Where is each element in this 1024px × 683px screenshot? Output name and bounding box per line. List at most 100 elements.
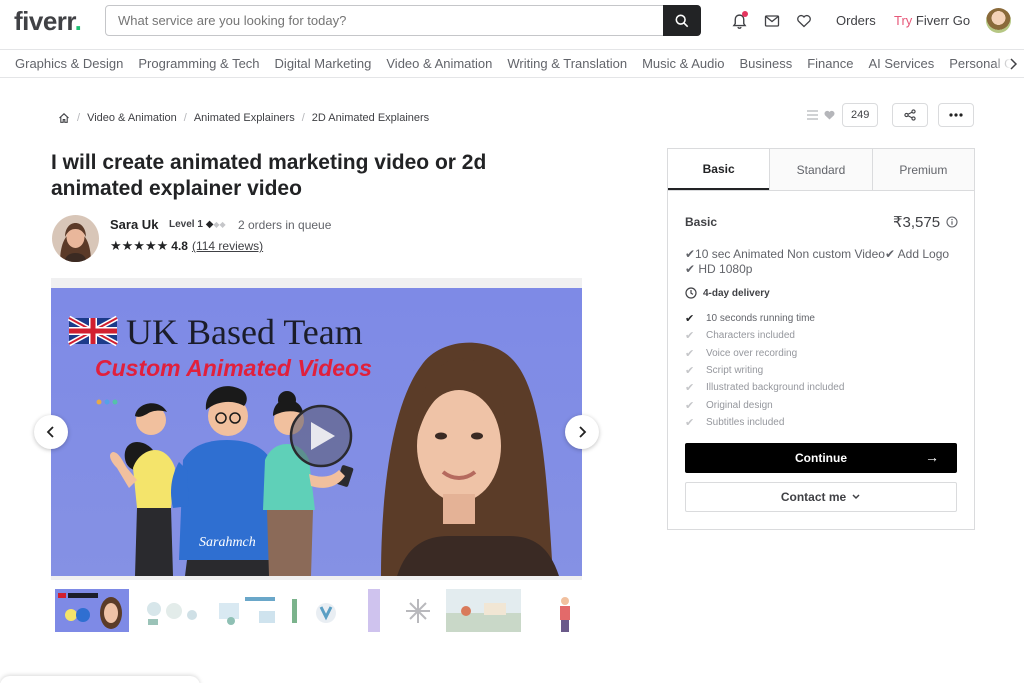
feature-label: Original design — [706, 399, 773, 411]
category-ai-services[interactable]: AI Services — [868, 56, 934, 71]
category-nav: Graphics & Design Programming & Tech Dig… — [0, 49, 1024, 78]
search-input[interactable] — [106, 6, 663, 35]
contact-label: Contact me — [780, 490, 847, 504]
tab-basic[interactable]: Basic — [668, 149, 770, 190]
logo-text: fiverr — [14, 6, 75, 36]
orders-in-queue: 2 orders in queue — [238, 218, 332, 232]
delivery-time: 4-day delivery — [685, 287, 770, 299]
contact-me-button[interactable]: Contact me — [685, 482, 957, 512]
search-button[interactable] — [663, 5, 701, 36]
feature-item: ✔ Voice over recording — [685, 345, 844, 362]
list-icon[interactable] — [806, 109, 819, 121]
tab-premium[interactable]: Premium — [871, 149, 974, 190]
feature-item: ✔ Characters included — [685, 327, 844, 344]
chevron-right-icon — [579, 426, 587, 438]
feature-label: Script writing — [706, 365, 764, 377]
notification-dot — [742, 11, 748, 17]
likes-count[interactable]: 249 — [842, 103, 879, 127]
uk-flag-icon — [67, 315, 119, 347]
breadcrumb-separator: / — [77, 112, 81, 124]
heart-icon — [797, 14, 811, 28]
envelope-icon — [764, 15, 780, 27]
check-icon: ✔ — [685, 347, 695, 360]
continue-label: Continue — [795, 451, 847, 465]
breadcrumb-item[interactable]: 2D Animated Explainers — [312, 112, 429, 124]
breadcrumb-item[interactable]: Video & Animation — [87, 112, 177, 124]
breadcrumb-home[interactable] — [58, 112, 70, 124]
breadcrumb-separator: / — [301, 112, 305, 124]
orders-link[interactable]: Orders — [836, 13, 876, 28]
category-video-animation[interactable]: Video & Animation — [386, 56, 492, 71]
seller-name[interactable]: Sara Uk — [110, 217, 158, 232]
package-description: ✔10 sec Animated Non custom Video✔ Add L… — [685, 247, 950, 276]
category-scroll-right[interactable] — [994, 50, 1024, 77]
check-icon: ✔ — [685, 399, 695, 412]
tab-standard[interactable]: Standard — [769, 149, 872, 190]
feature-label: Subtitles included — [706, 416, 785, 428]
package-price: ₹3,575 — [893, 213, 958, 231]
feature-label: Voice over recording — [706, 347, 798, 359]
info-icon[interactable] — [946, 216, 958, 228]
gallery-thumbnail[interactable] — [211, 589, 283, 632]
share-icon — [904, 109, 916, 121]
search-icon — [675, 14, 689, 27]
breadcrumb: / Video & Animation / Animated Explainer… — [58, 112, 429, 124]
category-graphics-design[interactable]: Graphics & Design — [15, 56, 123, 71]
home-icon — [59, 113, 69, 123]
gallery-thumbnail[interactable] — [55, 589, 129, 632]
gig-title: I will create animated marketing video o… — [51, 151, 487, 200]
star-rating-icon: ★★★★★ — [110, 238, 169, 253]
shirt-text: Sarahmch — [199, 535, 256, 550]
seller-level-badge: Level 1 ◆◆◆ — [169, 219, 226, 230]
chevron-left-icon — [46, 426, 54, 438]
package-tabs: Basic Standard Premium — [668, 149, 974, 191]
breadcrumb-item[interactable]: Animated Explainers — [194, 112, 295, 124]
gallery-prev-button[interactable] — [34, 415, 68, 449]
feature-item: ✔ Illustrated background included — [685, 379, 844, 396]
bottom-popup-edge — [0, 676, 200, 683]
gallery-thumbnail[interactable] — [368, 589, 440, 632]
gig-main-image[interactable]: UK Based Team Custom Animated Videos Sar… — [51, 288, 582, 576]
try-fiverr-go-link[interactable]: Try Fiverr Go — [894, 13, 970, 28]
feature-label: 10 seconds running time — [706, 313, 815, 325]
check-icon: ✔ — [685, 365, 695, 378]
feature-label: Illustrated background included — [706, 382, 845, 394]
heart-filled-icon[interactable] — [823, 109, 836, 121]
chevron-right-icon — [1010, 57, 1018, 70]
gallery-next-button[interactable] — [565, 415, 599, 449]
share-button[interactable] — [892, 103, 928, 127]
category-writing-translation[interactable]: Writing & Translation — [507, 56, 627, 71]
check-icon: ✔ — [685, 330, 695, 343]
feature-label: Characters included — [706, 330, 795, 342]
notifications-button[interactable] — [729, 11, 749, 31]
image-headline: UK Based Team — [126, 312, 363, 352]
messages-button[interactable] — [762, 11, 782, 31]
category-business[interactable]: Business — [739, 56, 792, 71]
gallery-thumbnail[interactable] — [446, 589, 521, 632]
category-programming-tech[interactable]: Programming & Tech — [138, 56, 259, 71]
save-to-list-group: 249 — [806, 103, 884, 127]
continue-button[interactable]: Continue → — [685, 443, 957, 473]
more-options-button[interactable] — [938, 103, 974, 127]
check-icon: ✔ — [685, 313, 695, 326]
seller-level-text: Level 1 — [169, 219, 203, 230]
delivery-text: 4-day delivery — [703, 287, 770, 299]
gallery-thumbnail[interactable] — [527, 589, 582, 632]
gallery-thumbnail[interactable] — [288, 589, 360, 632]
seller-avatar[interactable] — [52, 215, 99, 262]
rating-value: 4.8 — [171, 239, 188, 253]
reviews-link[interactable]: (114 reviews) — [192, 239, 263, 253]
check-icon: ✔ — [685, 416, 695, 429]
user-avatar[interactable] — [986, 8, 1011, 33]
arrow-right-icon: → — [925, 449, 939, 465]
feature-item: ✔ Original design — [685, 396, 844, 413]
feature-item: ✔ Script writing — [685, 362, 844, 379]
category-music-audio[interactable]: Music & Audio — [642, 56, 724, 71]
category-digital-marketing[interactable]: Digital Marketing — [275, 56, 372, 71]
gallery-thumbnail[interactable] — [134, 589, 206, 632]
fiverr-logo[interactable]: fiverr. — [14, 6, 82, 37]
category-finance[interactable]: Finance — [807, 56, 853, 71]
play-video-button[interactable] — [289, 404, 353, 468]
logo-dot: . — [74, 6, 82, 36]
favorites-button[interactable] — [794, 11, 814, 31]
